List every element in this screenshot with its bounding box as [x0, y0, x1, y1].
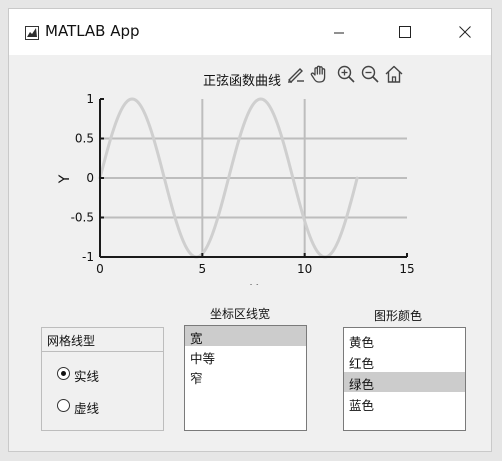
matlab-app-icon	[25, 26, 39, 40]
list-item-label: 黄色	[349, 335, 375, 350]
maximize-icon	[399, 26, 411, 38]
zoom-in-icon[interactable]	[335, 63, 357, 85]
color-label: 图形颜色	[374, 309, 423, 323]
panel-title-bar: 网格线型	[42, 328, 163, 352]
color-option-blue[interactable]: 蓝色	[344, 393, 465, 413]
grid-style-panel: 网格线型 实线 虚线	[41, 327, 164, 431]
radio-solid-label: 实线	[74, 369, 100, 384]
color-option-green[interactable]: 绿色	[344, 372, 465, 392]
x-tick-label-0: 0	[96, 262, 104, 276]
grid-style-panel-title: 网格线型	[47, 334, 96, 348]
y-tick-label-3: 0.5	[75, 132, 94, 146]
list-item-label: 绿色	[349, 377, 375, 392]
app-content: 0 5 10 15 -1 -0.5 0 0.5 1 正弦函数曲线 X Y	[9, 55, 492, 451]
home-icon[interactable]	[383, 63, 405, 85]
list-item-label: 蓝色	[349, 398, 375, 413]
radio-button-selected[interactable]	[57, 367, 70, 380]
minimize-button[interactable]	[319, 17, 359, 47]
list-item-label: 红色	[349, 356, 375, 371]
y-tick-label-0: -1	[82, 250, 94, 264]
zoom-out-icon[interactable]	[359, 63, 381, 85]
grid-lines	[100, 99, 407, 257]
radio-button[interactable]	[57, 399, 70, 412]
radio-dashed-label: 虚线	[74, 401, 100, 416]
window-title: MATLAB App	[45, 22, 140, 40]
list-item-label: 窄	[190, 371, 203, 386]
y-tick-label-4: 1	[86, 92, 94, 106]
minimize-icon	[334, 32, 344, 34]
y-axis-label: Y	[57, 174, 73, 184]
line-width-label: 坐标区线宽	[210, 307, 271, 321]
line-width-option-narrow[interactable]: 窄	[185, 366, 306, 386]
tick-labels: 0 5 10 15 -1 -0.5 0 0.5 1	[71, 92, 415, 276]
line-width-listbox[interactable]: 宽 中等 窄	[184, 325, 307, 431]
y-tick-label-2: 0	[86, 171, 94, 185]
axes-toolbar	[285, 63, 413, 85]
maximize-button[interactable]	[385, 17, 425, 47]
x-tick-label-3: 15	[399, 262, 414, 276]
app-window: MATLAB App 0 5 10 15 -1 -0.5 0 0.5 1 正弦函数曲线 X	[8, 8, 492, 452]
list-item-label: 中等	[190, 351, 216, 366]
radio-selected-dot	[61, 371, 66, 376]
pan-hand-icon[interactable]	[309, 63, 331, 85]
color-option-yellow[interactable]: 黄色	[344, 330, 465, 350]
y-tick-label-1: -0.5	[71, 211, 94, 225]
x-axis-label: X	[249, 283, 259, 285]
color-option-red[interactable]: 红色	[344, 351, 465, 371]
color-listbox[interactable]: 黄色 红色 绿色 蓝色	[343, 327, 466, 431]
close-button[interactable]	[445, 17, 485, 47]
brush-icon[interactable]	[285, 63, 307, 85]
line-width-option-wide[interactable]: 宽	[185, 326, 306, 346]
chart-title: 正弦函数曲线	[203, 73, 281, 89]
list-item-label: 宽	[190, 331, 203, 346]
x-tick-label-1: 5	[199, 262, 207, 276]
line-width-option-medium[interactable]: 中等	[185, 346, 306, 366]
title-bar[interactable]: MATLAB App	[9, 9, 491, 55]
close-icon	[459, 26, 471, 38]
x-tick-label-2: 10	[297, 262, 312, 276]
sine-chart[interactable]: 0 5 10 15 -1 -0.5 0 0.5 1 正弦函数曲线 X Y	[9, 55, 492, 285]
